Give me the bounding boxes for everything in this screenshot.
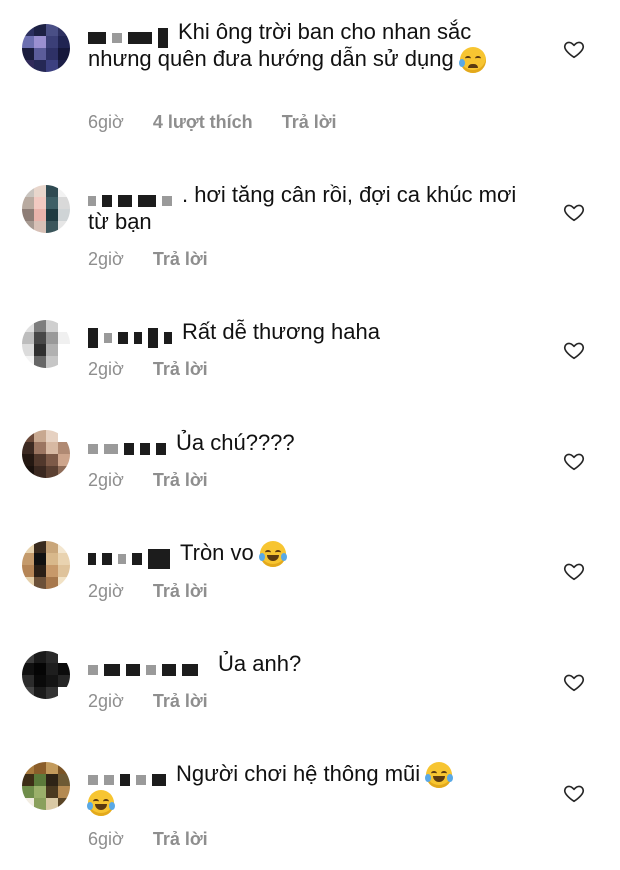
heart-outline-icon[interactable] xyxy=(563,38,585,60)
heart-outline-icon[interactable] xyxy=(563,201,585,223)
comment-time: 6giờ xyxy=(88,829,124,849)
avatar[interactable] xyxy=(22,430,70,478)
heart-outline-icon[interactable] xyxy=(563,450,585,472)
heart-outline-icon[interactable] xyxy=(563,339,585,361)
comment-text: Ủa anh? xyxy=(88,650,538,677)
username-redacted[interactable] xyxy=(88,544,176,570)
comment-meta: 6giờ Trả lời xyxy=(88,829,232,850)
heart-outline-icon[interactable] xyxy=(563,560,585,582)
reply-button[interactable]: Trả lời xyxy=(153,249,208,269)
heart-outline-icon[interactable] xyxy=(563,671,585,693)
comment-meta: 2giờ Trả lời xyxy=(88,470,232,491)
avatar[interactable] xyxy=(22,185,70,233)
avatar[interactable] xyxy=(22,320,70,368)
avatar[interactable] xyxy=(22,541,70,589)
username-redacted[interactable] xyxy=(88,434,172,456)
likes-count-link[interactable]: 4 lượt thích xyxy=(153,112,253,132)
comment-text: Tròn vo xyxy=(88,539,538,570)
comment-text: . hơi tăng cân rồi, đợi ca khúc mơi từ b… xyxy=(88,182,517,234)
reply-button[interactable]: Trả lời xyxy=(153,829,208,849)
reply-button[interactable]: Trả lời xyxy=(153,691,208,711)
tears-of-joy-emoji xyxy=(87,790,115,817)
comment-text: Rất dễ thương haha xyxy=(88,318,538,349)
tears-of-joy-emoji xyxy=(425,762,454,789)
avatar[interactable] xyxy=(22,651,70,699)
tears-of-joy-emoji xyxy=(258,541,287,568)
crying-face-emoji xyxy=(458,47,486,74)
comment-meta: 2giờ Trả lời xyxy=(88,581,232,602)
comment-time: 2giờ xyxy=(88,470,124,490)
username-redacted[interactable] xyxy=(88,765,172,787)
comment-time: 2giờ xyxy=(88,581,124,601)
comment-meta: 2giờ Trả lời xyxy=(88,359,232,380)
comment-time: 2giờ xyxy=(88,691,124,711)
reply-button[interactable]: Trả lời xyxy=(153,470,208,490)
comment-meta: 2giờ Trả lời xyxy=(88,691,232,712)
reply-button[interactable]: Trả lời xyxy=(153,581,208,601)
comment-time: 6giờ xyxy=(88,112,124,132)
comment-meta: 6giờ 4 lượt thích Trả lời xyxy=(88,112,361,133)
reply-button[interactable]: Trả lời xyxy=(153,359,208,379)
comment-text: Khi ông trời ban cho nhan sắc nhưng quên… xyxy=(88,18,538,74)
username-redacted[interactable] xyxy=(88,186,178,208)
comment-text: Người chơi hệ thông mũi xyxy=(87,760,538,817)
username-redacted[interactable] xyxy=(88,23,174,49)
comment-meta: 2giờ Trả lời xyxy=(88,249,232,270)
avatar[interactable] xyxy=(22,24,70,72)
avatar[interactable] xyxy=(22,762,70,810)
heart-outline-icon[interactable] xyxy=(563,782,585,804)
comment-text: Ủa chú???? xyxy=(88,429,538,456)
comment-time: 2giờ xyxy=(88,359,124,379)
username-redacted[interactable] xyxy=(88,655,204,677)
reply-button[interactable]: Trả lời xyxy=(282,112,337,132)
username-redacted[interactable] xyxy=(88,323,178,349)
comment-time: 2giờ xyxy=(88,249,124,269)
